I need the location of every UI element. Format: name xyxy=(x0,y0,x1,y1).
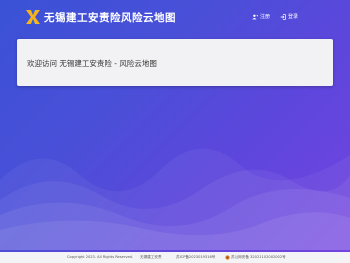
register-link[interactable]: 注册 xyxy=(252,13,270,20)
site-title[interactable]: 无锡建工安责险风险云地图 xyxy=(44,10,176,25)
top-nav: 注册 登录 xyxy=(252,13,298,20)
footer: Copyright 2023. All Rights Reserved. 无锡建… xyxy=(0,252,350,263)
police-badge-icon xyxy=(225,254,230,260)
user-add-icon xyxy=(252,14,258,19)
copyright-text: Copyright 2023. All Rights Reserved. xyxy=(67,255,134,259)
icp-link[interactable]: 苏ICP备2023019316号 xyxy=(176,255,215,260)
org-link[interactable]: 无锡建工安责 xyxy=(140,255,162,260)
kh-logo-icon[interactable] xyxy=(26,10,40,24)
login-label: 登录 xyxy=(287,14,298,20)
welcome-card: 欢迎访问 无锡建工安责险 - 风险云地图 xyxy=(17,39,333,86)
welcome-message: 欢迎访问 无锡建工安责险 - 风险云地图 xyxy=(27,59,157,68)
background-waves xyxy=(0,148,350,250)
register-label: 注册 xyxy=(259,14,270,20)
login-icon xyxy=(280,13,286,20)
police-record-link[interactable]: 苏公网安备 32021102002002号 xyxy=(231,255,286,260)
top-header: 无锡建工安责险风险云地图 注册 登录 xyxy=(0,0,350,36)
login-link[interactable]: 登录 xyxy=(280,13,298,20)
